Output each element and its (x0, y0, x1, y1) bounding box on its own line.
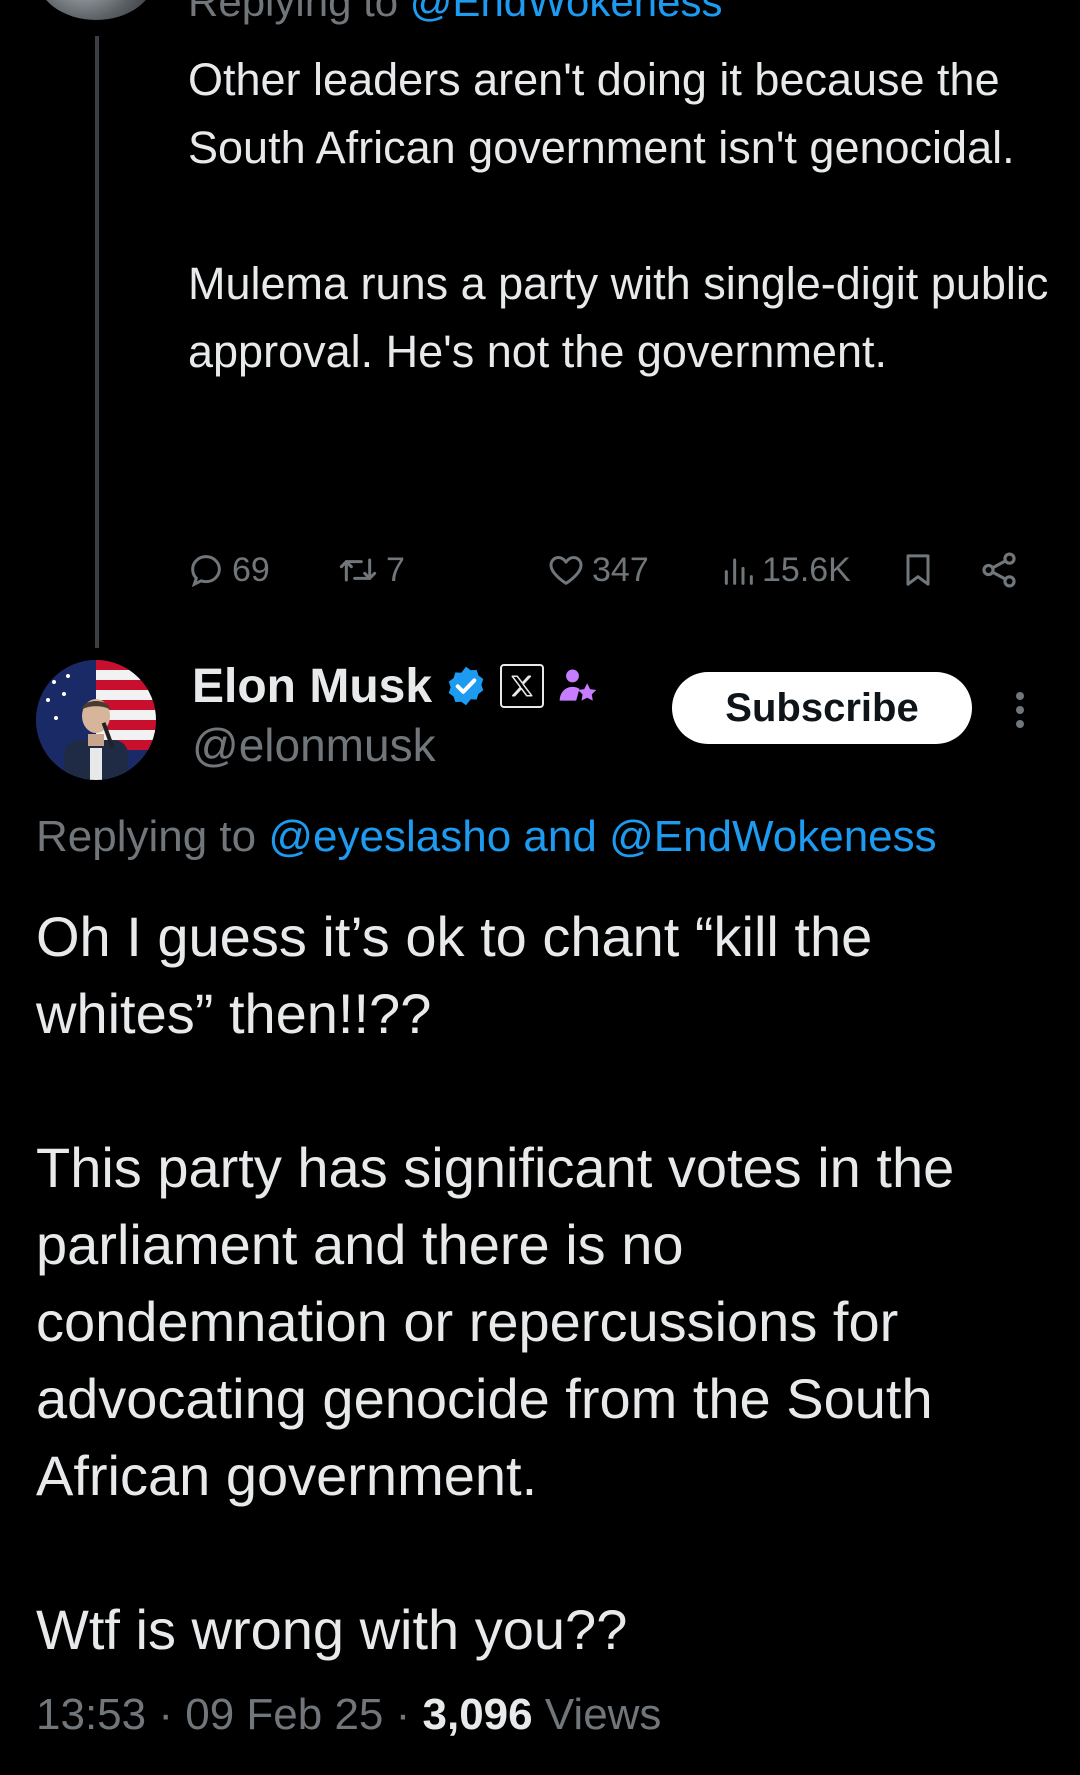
previous-tweet-avatar[interactable] (36, 0, 156, 20)
like-count: 347 (592, 550, 649, 589)
x-logo-icon (500, 664, 545, 708)
tweet-views-label: Views (544, 1690, 662, 1739)
author-display-name[interactable]: Elon Musk (192, 659, 432, 714)
share-button[interactable] (978, 544, 1020, 596)
previous-tweet-text: Other leaders aren't doing it because th… (188, 46, 1058, 386)
more-options-icon[interactable] (1005, 680, 1035, 740)
subscribe-button[interactable]: Subscribe (672, 672, 972, 744)
reply-icon (191, 555, 221, 588)
reply-count: 69 (232, 550, 270, 589)
replying-to: Replying to @eyeslasho and @EndWokeness (36, 812, 937, 862)
tweet-views-count: 3,096 (422, 1690, 533, 1739)
heart-icon (549, 556, 583, 585)
replying-to-mention-2[interactable]: @EndWokeness (609, 812, 937, 861)
views-count: 15.6K (762, 550, 851, 589)
tweet-meta: 13:53 · 09 Feb 25 · 3,096 Views (36, 1690, 661, 1740)
reply-button[interactable]: 69 (186, 544, 270, 596)
views-button[interactable]: 15.6K (720, 544, 851, 596)
repost-count: 7 (386, 550, 405, 589)
replying-to-and: and (523, 812, 597, 861)
previous-replying-to: Replying to @EndWokeness (188, 0, 722, 26)
tweet-paragraph: Oh I guess it’s ok to chant “kill the wh… (36, 905, 873, 1045)
share-icon (982, 552, 1016, 588)
repost-icon (339, 558, 377, 582)
bar-chart-icon (724, 558, 753, 585)
bookmark-icon (906, 554, 930, 586)
meta-separator: · (158, 1690, 173, 1739)
like-button[interactable]: 347 (546, 544, 649, 596)
tweet-date[interactable]: 09 Feb 25 (185, 1690, 383, 1739)
replying-to-mention-1[interactable]: @eyeslasho (268, 812, 511, 861)
tweet-time[interactable]: 13:53 (36, 1690, 146, 1739)
verified-badge-icon (448, 666, 484, 706)
tweet-text: Oh I guess it’s ok to chant “kill the wh… (36, 898, 1046, 1668)
previous-replying-to-prefix: Replying to (188, 0, 399, 25)
replying-to-prefix: Replying to (36, 812, 257, 861)
repost-button[interactable]: 7 (336, 544, 405, 596)
previous-replying-to-mention[interactable]: @EndWokeness (410, 0, 723, 25)
thread-connector-line (95, 36, 99, 648)
bookmark-button[interactable] (898, 544, 938, 596)
previous-tweet-paragraph: Mulema runs a party with single-digit pu… (188, 258, 1049, 377)
tweet-paragraph: This party has significant votes in the … (36, 1136, 955, 1507)
flag-portrait-image (36, 660, 156, 780)
tweet-paragraph: Wtf is wrong with you?? (36, 1598, 628, 1661)
previous-tweet-paragraph: Other leaders aren't doing it because th… (188, 54, 1015, 173)
affiliate-icon (559, 669, 597, 701)
author-avatar[interactable] (36, 660, 156, 780)
author-name-row: Elon Musk (192, 656, 600, 716)
author-handle[interactable]: @elonmusk (192, 718, 436, 772)
previous-tweet-action-bar: 69 7 347 15.6K (186, 544, 1026, 596)
meta-separator: · (395, 1690, 411, 1739)
